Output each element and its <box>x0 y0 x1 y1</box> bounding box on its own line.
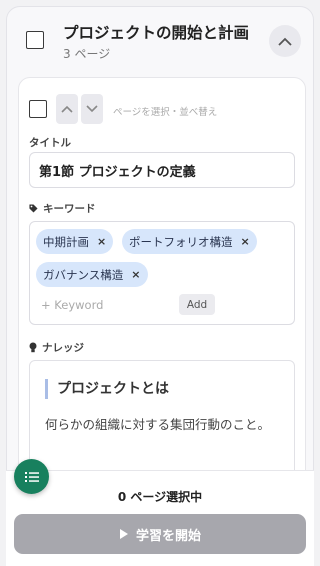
section-checkbox[interactable] <box>26 31 44 49</box>
keyword-chip-label: ポートフォリオ構造 <box>129 234 233 249</box>
play-icon <box>119 529 128 539</box>
list-menu-button[interactable] <box>14 459 49 494</box>
section-page-count: 3 ページ <box>63 47 111 61</box>
section-header[interactable]: プロジェクトの開始と計画 3 ページ <box>7 7 313 73</box>
add-keyword-button[interactable]: Add <box>179 294 215 315</box>
keyword-chip: ガバナンス構造 × <box>36 262 148 287</box>
keyword-chip-label: 中期計画 <box>43 234 89 249</box>
reorder-hint: ページを選択・並べ替え <box>113 107 218 118</box>
keyword-input[interactable]: + Keyword <box>41 298 103 312</box>
chevron-up-icon <box>61 105 73 113</box>
start-learning-label: 学習を開始 <box>135 528 201 544</box>
keyword-chip: 中期計画 × <box>36 229 114 254</box>
remove-keyword-button[interactable]: × <box>131 268 140 281</box>
chevron-up-icon <box>278 37 292 46</box>
remove-keyword-button[interactable]: × <box>241 235 250 248</box>
selection-status: 0 ページ選択中 <box>117 490 203 504</box>
knowledge-label-text: ナレッジ <box>42 342 84 354</box>
keyword-chip-label: ガバナンス構造 <box>43 267 124 282</box>
page-checkbox[interactable] <box>29 100 47 118</box>
knowledge-body: 何らかの組織に対する集団行動のこと。 <box>45 417 271 432</box>
move-up-button[interactable] <box>56 94 78 124</box>
keywords-label-text: キーワード <box>43 203 96 215</box>
chevron-down-icon <box>86 105 98 113</box>
remove-keyword-button[interactable]: × <box>97 235 106 248</box>
knowledge-heading: プロジェクトとは <box>45 379 169 399</box>
title-label: タイトル <box>29 137 71 149</box>
keywords-box: 中期計画 × ポートフォリオ構造 × ガバナンス構造 × + Keyword A… <box>29 221 295 325</box>
bottom-bar: 0 ページ選択中 学習を開始 <box>6 470 314 566</box>
move-down-button[interactable] <box>81 94 103 124</box>
keyword-chip: ポートフォリオ構造 × <box>122 229 257 254</box>
title-input[interactable]: 第1節 プロジェクトの定義 <box>29 152 295 188</box>
section-title: プロジェクトの開始と計画 <box>63 24 250 42</box>
knowledge-label: ナレッジ <box>29 340 84 355</box>
start-learning-button[interactable]: 学習を開始 <box>14 514 306 554</box>
tag-icon <box>29 204 38 213</box>
keywords-label: キーワード <box>29 201 96 216</box>
page-card: ページを選択・並べ替え タイトル 第1節 プロジェクトの定義 キーワード 中期計… <box>18 77 306 497</box>
collapse-button[interactable] <box>269 25 301 57</box>
lightbulb-icon <box>29 342 37 353</box>
list-icon <box>24 471 39 482</box>
